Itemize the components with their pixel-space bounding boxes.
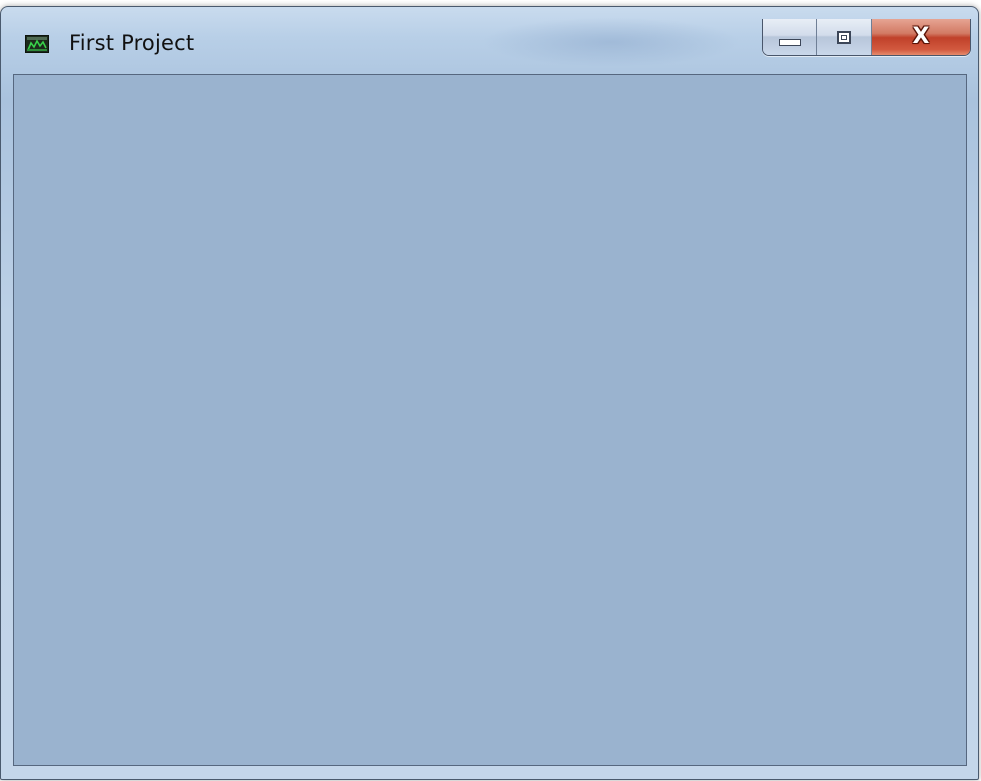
- minimize-button[interactable]: [763, 19, 817, 55]
- window-title: First Project: [69, 31, 195, 55]
- maximize-icon: [837, 30, 851, 44]
- close-icon: X: [912, 24, 930, 49]
- caption-buttons: X: [762, 19, 971, 56]
- title-bar[interactable]: First Project X: [1, 7, 978, 73]
- app-window-icon[interactable]: [25, 35, 49, 53]
- app-window: First Project X: [0, 6, 979, 780]
- maximize-button[interactable]: [817, 19, 872, 55]
- close-button[interactable]: X: [872, 19, 970, 55]
- title-bar-glow: [481, 17, 741, 67]
- client-area[interactable]: [13, 74, 967, 766]
- minimize-icon: [778, 38, 801, 46]
